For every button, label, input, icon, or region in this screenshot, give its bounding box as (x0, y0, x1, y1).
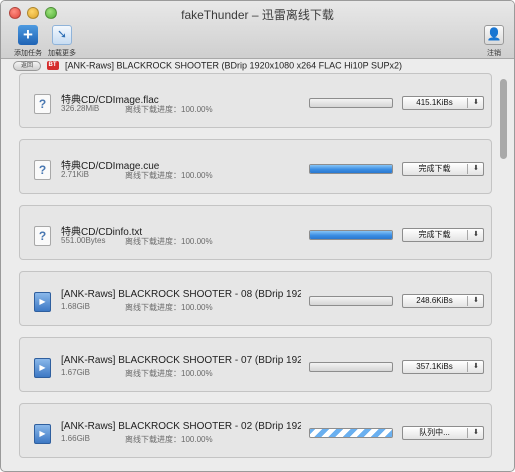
logout-button[interactable]: 👤 注销 (474, 25, 514, 58)
file-size: 1.68GiB (61, 302, 90, 311)
video-file-icon: ▶ (34, 292, 51, 312)
unknown-file-icon: ? (34, 160, 51, 180)
file-size: 2.71KiB (61, 170, 90, 179)
logout-label: 注销 (487, 50, 501, 57)
progress-fill (310, 429, 392, 437)
offline-progress-text: 离线下载进度：100.00% (125, 435, 213, 444)
download-arrow-icon[interactable]: ⬇ (468, 295, 484, 307)
progress-fill (310, 231, 392, 239)
download-action-button[interactable]: 415.1KiBs ⬇ (402, 96, 484, 110)
file-name: [ANK-Raws] BLACKROCK SHOOTER - 08 (BDrip… (61, 289, 301, 300)
file-size: 551.00Bytes (61, 236, 106, 245)
download-action-button[interactable]: 完成下载 ⬇ (402, 228, 484, 242)
offline-progress-text: 离线下载进度：100.00% (125, 105, 213, 114)
file-row[interactable]: ▶ [ANK-Raws] BLACKROCK SHOOTER - 02 (BDri… (19, 403, 492, 458)
task-title: [ANK-Raws] BLACKROCK SHOOTER (BDrip 1920… (65, 60, 402, 71)
unknown-file-icon: ? (34, 226, 51, 246)
download-action-button[interactable]: 完成下载 ⬇ (402, 162, 484, 176)
file-size: 1.66GiB (61, 434, 90, 443)
file-list: ? 特典CD/CDImage.flac 326.28MiB 离线下载进度：100.00… (1, 73, 514, 471)
back-button[interactable]: 返回 (13, 60, 41, 71)
action-label: 248.6KiBs (416, 296, 453, 305)
load-more-label: 加载更多 (48, 50, 76, 57)
unknown-file-icon: ? (34, 94, 51, 114)
file-size: 1.67GiB (61, 368, 90, 377)
file-row[interactable]: ▶ [ANK-Raws] BLACKROCK SHOOTER - 07 (BDri… (19, 337, 492, 392)
download-progress-bar (309, 230, 393, 240)
action-label: 完成下载 (418, 164, 451, 173)
arrow-down-icon: ➘ (52, 25, 72, 45)
load-more-button[interactable]: ➘ 加载更多 (42, 25, 82, 58)
file-row[interactable]: ? 特典CD/CDImage.cue 2.71KiB 离线下载进度：100.00% 完成… (19, 139, 492, 194)
download-progress-bar (309, 164, 393, 174)
download-progress-bar (309, 98, 393, 108)
plus-icon: + (18, 25, 38, 45)
file-size: 326.28MiB (61, 104, 100, 113)
download-arrow-icon[interactable]: ⬇ (468, 97, 484, 109)
download-arrow-icon[interactable]: ⬇ (468, 163, 484, 175)
download-progress-bar (309, 296, 393, 306)
offline-progress-text: 离线下载进度：100.00% (125, 303, 213, 312)
download-arrow-icon[interactable]: ⬇ (468, 427, 484, 439)
download-arrow-icon[interactable]: ⬇ (468, 229, 484, 241)
download-arrow-icon[interactable]: ⬇ (468, 361, 484, 373)
file-row[interactable]: ▶ [ANK-Raws] BLACKROCK SHOOTER - 08 (BDri… (19, 271, 492, 326)
video-file-icon: ▶ (34, 424, 51, 444)
bt-badge: BT (46, 61, 59, 71)
offline-progress-text: 离线下载进度：100.00% (125, 171, 213, 180)
offline-progress-text: 离线下载进度：100.00% (125, 237, 213, 246)
progress-fill (310, 165, 392, 173)
action-label: 队列中... (419, 428, 450, 437)
download-progress-bar (309, 362, 393, 372)
task-header: 返回 BT [ANK-Raws] BLACKROCK SHOOTER (BDri… (13, 60, 503, 73)
download-action-button[interactable]: 357.1KiBs ⬇ (402, 360, 484, 374)
video-file-icon: ▶ (34, 358, 51, 378)
download-action-button[interactable]: 队列中... ⬇ (402, 426, 484, 440)
download-action-button[interactable]: 248.6KiBs ⬇ (402, 294, 484, 308)
file-row[interactable]: ? 特典CD/CDImage.flac 326.28MiB 离线下载进度：100.00… (19, 73, 492, 128)
user-icon: 👤 (484, 25, 504, 45)
window-title: fakeThunder – 迅雷离线下载 (181, 8, 334, 22)
action-label: 357.1KiBs (416, 362, 453, 371)
file-row[interactable]: ? 特典CD/CDinfo.txt 551.00Bytes 离线下载进度：100.00… (19, 205, 492, 260)
title-bar: fakeThunder – 迅雷离线下载 + 添加任务 ➘ 加载更多 👤 注销 (1, 1, 514, 59)
download-progress-bar (309, 428, 393, 438)
file-name: [ANK-Raws] BLACKROCK SHOOTER - 02 (BDrip… (61, 421, 301, 432)
app-window: fakeThunder – 迅雷离线下载 + 添加任务 ➘ 加载更多 👤 注销 … (0, 0, 515, 472)
offline-progress-text: 离线下载进度：100.00% (125, 369, 213, 378)
action-label: 完成下载 (418, 230, 451, 239)
file-name: [ANK-Raws] BLACKROCK SHOOTER - 07 (BDrip… (61, 355, 301, 366)
action-label: 415.1KiBs (416, 98, 453, 107)
scrollbar[interactable] (500, 79, 507, 159)
